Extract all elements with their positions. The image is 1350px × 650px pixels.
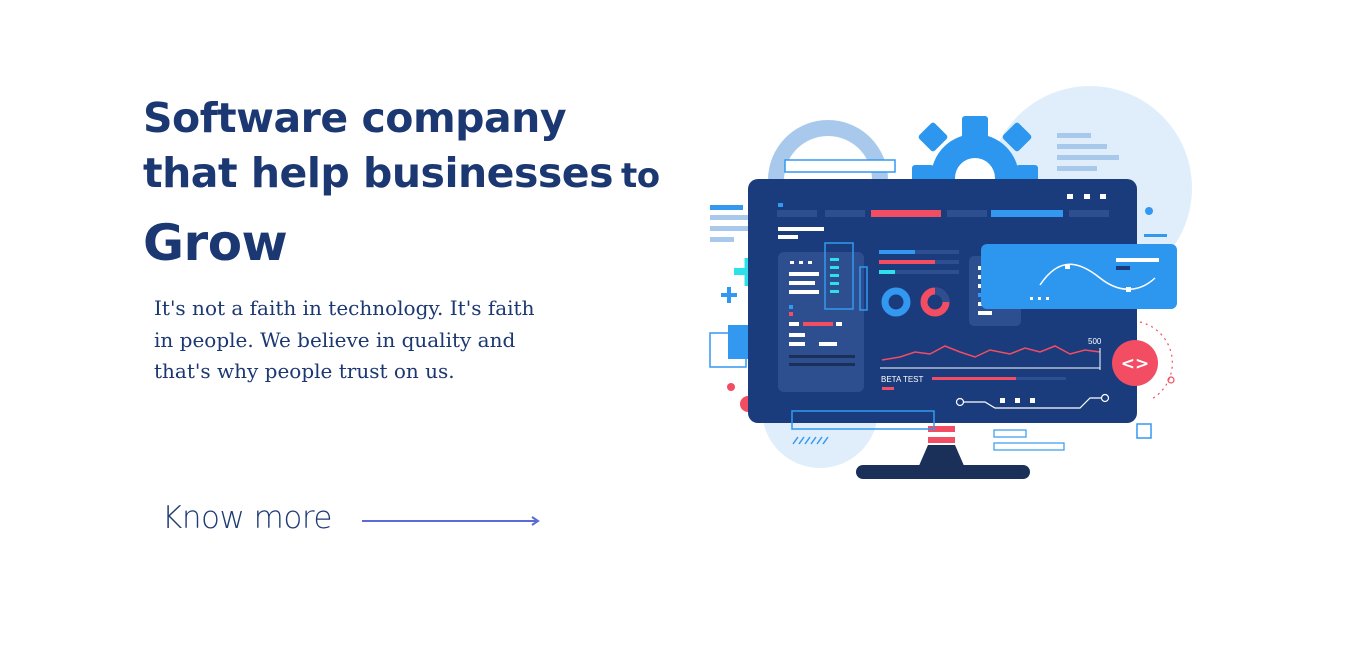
headline-line-2-to: to: [621, 156, 660, 196]
arrow-right-icon: [361, 516, 540, 526]
headline-line-2-main: that help businesses: [143, 149, 614, 197]
know-more-label: Know more: [162, 500, 332, 536]
headline-line-2: that help businesses to: [143, 144, 663, 205]
hero-headline: Software company that help businesses to …: [143, 92, 663, 277]
headline-grow: Grow: [143, 214, 288, 272]
plus-small-icon: [721, 287, 737, 303]
hero-text-block: Software company that help businesses to …: [143, 92, 663, 277]
hero-description: It's not a faith in technology. It's fai…: [154, 296, 535, 383]
window-dots: [1067, 194, 1106, 199]
screen-card-chart: [981, 244, 1177, 309]
chart-beta-label: BETA TEST: [881, 375, 923, 384]
software-dashboard-illustration: 500 BETA TEST <>: [709, 86, 1192, 479]
code-badge-label: <>: [1121, 354, 1150, 374]
headline-line-1: Software company: [143, 94, 567, 142]
know-more-link[interactable]: Know more: [162, 500, 542, 536]
chart-value-label: 500: [1088, 337, 1102, 346]
